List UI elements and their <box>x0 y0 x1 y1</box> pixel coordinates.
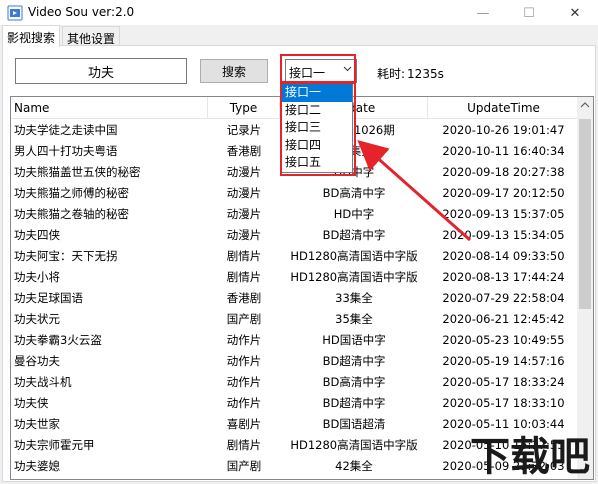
cell-type: 动作片 <box>226 333 262 347</box>
cell-type: 剧情片 <box>226 249 262 263</box>
table-row[interactable]: 功夫足球国语 香港剧 33集全 2020-07-29 22:58:04 <box>11 288 579 309</box>
table-row[interactable]: 功夫战斗机 动作片 BD高清中字 2020-05-17 18:33:24 <box>11 372 579 393</box>
cell-updatetime: 2020-05-23 10:49:55 <box>442 333 565 347</box>
cell-updatetime: 2020-08-14 09:33:50 <box>442 249 565 263</box>
cell-update: BD高清中字 <box>322 186 386 200</box>
tab-other-settings[interactable]: 其他设置 <box>62 26 121 46</box>
cell-name: 功夫婆媳 <box>14 459 60 473</box>
cell-name: 功夫侠 <box>14 396 49 410</box>
cell-updatetime: 2020-09-17 20:12:50 <box>442 186 565 200</box>
cell-type: 国产剧 <box>226 459 262 473</box>
search-input[interactable]: 功夫 <box>15 58 187 84</box>
cell-name: 功夫战斗机 <box>14 375 72 389</box>
column-header-name[interactable]: Name <box>11 97 208 119</box>
column-header-type[interactable]: Type <box>208 97 280 119</box>
cell-update: BD高清中字 <box>322 375 386 389</box>
cell-update: HD1280高清国语中字版 <box>290 270 418 284</box>
column-header-updatetime[interactable]: UpdateTime <box>428 97 579 119</box>
cell-name: 功夫宗师霍元甲 <box>14 438 95 452</box>
cell-update: BD超清中字 <box>322 396 386 410</box>
cell-name: 功夫世家 <box>14 417 60 431</box>
cell-name: 曼谷功夫 <box>14 354 60 368</box>
search-button[interactable]: 搜索 <box>200 59 268 83</box>
cell-updatetime: 2020-09-13 15:37:05 <box>442 207 565 221</box>
cell-updatetime: 2020-07-29 22:58:04 <box>442 291 565 305</box>
cell-updatetime: 2020-06-21 12:45:42 <box>442 312 565 326</box>
cell-updatetime: 2020-05-17 18:33:24 <box>442 375 565 389</box>
cell-updatetime: 2020-09-13 15:34:05 <box>442 228 565 242</box>
cell-type: 动漫片 <box>226 228 262 242</box>
table-row[interactable]: 功夫熊猫之卷轴的秘密 动漫片 HD中字 2020-09-13 15:37:05 <box>11 204 579 225</box>
timing-readout: 耗时: 1235s <box>375 65 444 82</box>
maximize-button[interactable]: ☐ <box>506 0 552 26</box>
cell-update: BD超清中字 <box>322 354 386 368</box>
cell-name: 功夫足球国语 <box>14 291 83 305</box>
cell-type: 动作片 <box>226 375 262 389</box>
cell-update: 42集全 <box>335 459 373 473</box>
cell-type: 动漫片 <box>226 165 262 179</box>
close-button[interactable]: ✕ <box>552 0 598 26</box>
cell-type: 香港剧 <box>226 144 262 158</box>
cell-update: HD中字 <box>333 207 375 221</box>
table-row[interactable]: 功夫状元 国产剧 35集全 2020-06-21 12:45:42 <box>11 309 579 330</box>
cell-updatetime: 2020-05-19 14:57:16 <box>442 354 565 368</box>
cell-type: 香港剧 <box>226 291 262 305</box>
scroll-up-icon[interactable] <box>577 97 593 113</box>
table-row[interactable]: 功夫侠 动作片 BD超清中字 2020-05-17 18:33:10 <box>11 393 579 414</box>
annotation-box-list <box>280 81 356 176</box>
cell-updatetime: 2020-05-17 18:33:10 <box>442 396 565 410</box>
cell-name: 功夫阿宝：天下无拐 <box>14 249 118 263</box>
cell-update: HD1280高清国语中字版 <box>290 249 418 263</box>
tab-video-search[interactable]: 影视搜索 <box>2 25 61 47</box>
cell-update: BD超清中字 <box>322 228 386 242</box>
table-row[interactable]: 功夫熊猫之师傅的秘密 动漫片 BD高清中字 2020-09-17 20:12:50 <box>11 183 579 204</box>
window-title: Video Sou ver:2.0 <box>28 5 135 19</box>
table-row[interactable]: 功夫拳霸3火云盗 动作片 HD国语中字 2020-05-23 10:49:55 <box>11 330 579 351</box>
scrollbar-thumb[interactable] <box>579 119 591 309</box>
cell-type: 动作片 <box>226 396 262 410</box>
table-row[interactable]: 功夫小将 剧情片 HD1280高清国语中字版 2020-08-13 17:44:24 <box>11 267 579 288</box>
table-row[interactable]: 功夫阿宝：天下无拐 剧情片 HD1280高清国语中字版 2020-08-14 09:3… <box>11 246 579 267</box>
cell-type: 国产剧 <box>226 312 262 326</box>
cell-updatetime: 2020-10-11 16:40:34 <box>442 144 565 158</box>
cell-type: 记录片 <box>226 123 262 137</box>
cell-update: 35集全 <box>335 312 373 326</box>
cell-type: 剧情片 <box>226 270 262 284</box>
watermark-logo: 下载吧 <box>470 434 590 480</box>
cell-name: 功夫学徒之走读中国 <box>14 123 118 137</box>
cell-updatetime: 2020-10-26 19:01:47 <box>442 123 565 137</box>
cell-name: 功夫熊猫之师傅的秘密 <box>14 186 129 200</box>
table-row[interactable]: 曼谷功夫 动作片 BD超清中字 2020-05-19 14:57:16 <box>11 351 579 372</box>
cell-name: 功夫状元 <box>14 312 60 326</box>
cell-update: BD国语超清 <box>322 417 386 431</box>
cell-type: 动作片 <box>226 354 262 368</box>
app-icon <box>7 5 23 21</box>
cell-update: HD国语中字 <box>322 333 386 347</box>
minimize-button[interactable]: — <box>460 0 506 26</box>
timing-label: 耗时: <box>377 67 406 81</box>
table-row[interactable]: 功夫四侠 动漫片 BD超清中字 2020-09-13 15:34:05 <box>11 225 579 246</box>
cell-name: 功夫熊猫之卷轴的秘密 <box>14 207 129 221</box>
cell-name: 男人四十打功夫粤语 <box>14 144 118 158</box>
watermark-text: 下载吧 <box>470 434 590 480</box>
cell-update: HD1280高清国语中字版 <box>290 438 418 452</box>
cell-update: 33集全 <box>335 291 373 305</box>
title-bar: Video Sou ver:2.0 — ☐ ✕ <box>0 0 598 26</box>
cell-name: 功夫熊猫盖世五侠的秘密 <box>14 165 141 179</box>
cell-name: 功夫小将 <box>14 270 60 284</box>
timing-value: 1235s <box>407 67 444 81</box>
cell-name: 功夫拳霸3火云盗 <box>14 333 102 347</box>
cell-type: 剧情片 <box>226 438 262 452</box>
cell-updatetime: 2020-09-18 20:27:38 <box>442 165 565 179</box>
cell-name: 功夫四侠 <box>14 228 60 242</box>
annotation-box-select <box>280 54 356 84</box>
cell-type: 喜剧片 <box>226 417 262 431</box>
cell-type: 动漫片 <box>226 186 262 200</box>
cell-updatetime: 2020-08-13 17:44:24 <box>442 270 565 284</box>
cell-type: 动漫片 <box>226 207 262 221</box>
